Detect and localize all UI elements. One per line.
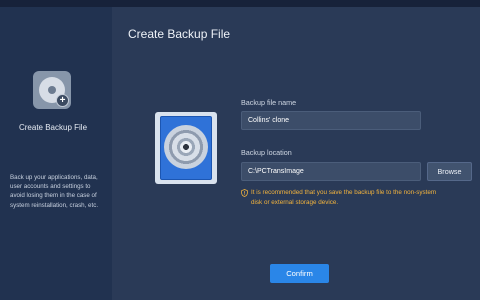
- sidebar-description: Back up your applications, data, user ac…: [10, 174, 99, 209]
- confirm-button[interactable]: Confirm: [270, 264, 329, 283]
- warning-text: It is recommended that you save the back…: [251, 189, 437, 206]
- browse-button[interactable]: Browse: [427, 162, 472, 181]
- sidebar-title: Create Backup File: [18, 123, 88, 132]
- backup-name-label: Backup file name: [241, 98, 297, 107]
- warning-message: It is recommended that you save the back…: [241, 188, 441, 208]
- main-panel: Create Backup File Backup file name Coll…: [112, 7, 480, 300]
- image-screen: [160, 116, 212, 180]
- plus-icon: +: [56, 94, 69, 107]
- backup-location-label: Backup location: [241, 148, 292, 157]
- window-top-bar: [0, 0, 480, 7]
- backup-image-icon: [155, 112, 217, 184]
- backup-location-input[interactable]: C:\PCTransImage: [241, 162, 421, 181]
- sidebar: + Create Backup File Back up your applic…: [0, 7, 112, 300]
- backup-disc-plus-icon: +: [33, 71, 71, 109]
- cd-icon: [164, 125, 208, 169]
- backup-name-input[interactable]: Collins' clone: [241, 111, 421, 130]
- page-title: Create Backup File: [128, 27, 231, 41]
- shield-warning-icon: [241, 189, 248, 197]
